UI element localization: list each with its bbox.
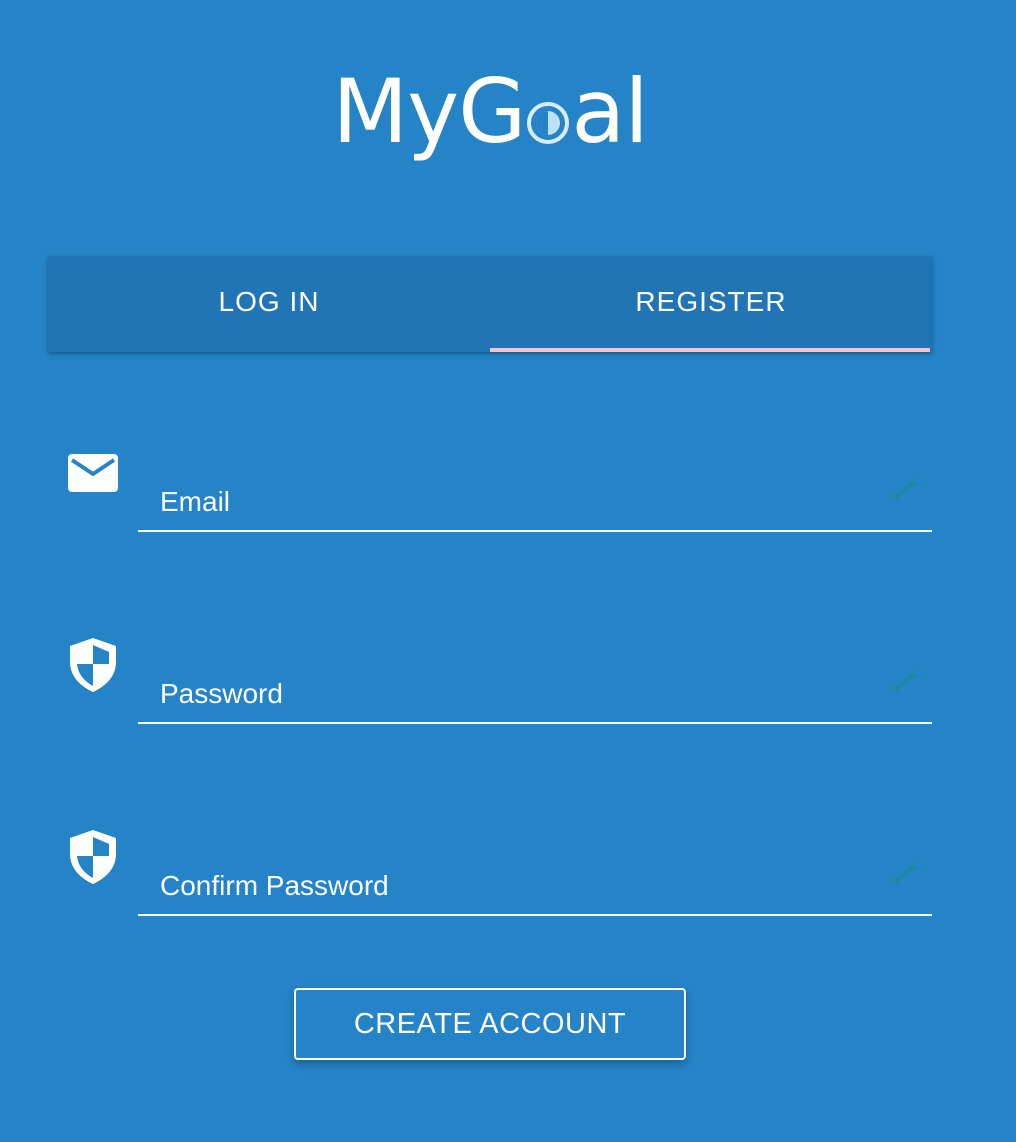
password-manager-icon[interactable] — [884, 666, 928, 696]
tab-log-in[interactable]: LOG IN — [48, 256, 490, 352]
logo-text-end: al — [571, 60, 648, 163]
password-manager-icon[interactable] — [884, 474, 928, 504]
auth-tabs: LOG IN REGISTER — [48, 256, 932, 352]
confirm-password-input[interactable] — [138, 858, 932, 916]
tab-log-in-label: LOG IN — [218, 286, 320, 317]
password-input[interactable] — [138, 666, 932, 724]
logo-text-start: MyG — [332, 60, 526, 163]
email-row — [0, 440, 1016, 536]
goal-timer-icon — [527, 102, 570, 144]
create-account-button[interactable]: CREATE ACCOUNT — [294, 988, 686, 1060]
app-logo: MyG al — [0, 62, 980, 162]
envelope-icon — [68, 454, 118, 492]
shield-icon — [70, 638, 116, 692]
tab-register[interactable]: REGISTER — [490, 256, 932, 352]
shield-icon — [70, 830, 116, 884]
email-input[interactable] — [138, 474, 932, 532]
password-row — [0, 632, 1016, 728]
password-manager-icon[interactable] — [884, 858, 928, 888]
tab-register-label: REGISTER — [635, 286, 787, 317]
confirm-password-row — [0, 824, 1016, 920]
